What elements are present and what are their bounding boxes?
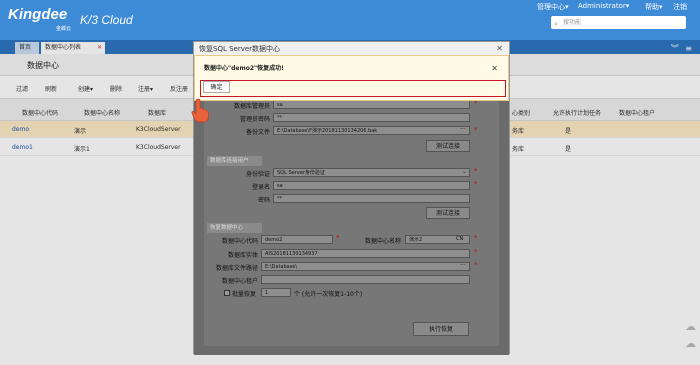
success-text: 数据中心"demo2"恢复成功! bbox=[204, 65, 284, 72]
backup-file-label: 备份文件 bbox=[245, 129, 270, 136]
dialog-title-bar: 恢复SQL Server数据中心 ✕ bbox=[194, 42, 509, 56]
db-instance-field[interactable]: AIS20181130134937 bbox=[261, 249, 470, 258]
required-mark: * bbox=[336, 234, 340, 242]
search-input[interactable]: ⌕ 搜功能 bbox=[551, 16, 686, 29]
dc-code-field[interactable]: demo2 bbox=[261, 235, 333, 244]
db-path-field[interactable]: E:\Database\ bbox=[261, 262, 470, 271]
message-close-icon[interactable]: ✕ bbox=[491, 64, 498, 73]
login-label: 登录名 bbox=[251, 184, 270, 191]
highlight-box bbox=[200, 80, 506, 97]
browse-icon[interactable]: ··· bbox=[460, 126, 466, 133]
execute-restore-button[interactable]: 执行恢复 bbox=[413, 322, 469, 336]
tenant-field[interactable] bbox=[261, 275, 470, 284]
backup-file-field[interactable]: E:\Database\F演示20181130134206.bak bbox=[273, 126, 470, 135]
required-mark: * bbox=[474, 180, 478, 188]
top-header: Kingdee 金蝶云 K/3 Cloud 管理中心▾ Administrato… bbox=[0, 0, 700, 40]
logout-link[interactable]: 注销 bbox=[673, 2, 687, 12]
browse-icon[interactable]: ··· bbox=[460, 262, 466, 269]
batch-restore-label: 批量恢复 bbox=[232, 291, 257, 298]
test-connection-button-2[interactable]: 测试连接 bbox=[426, 207, 470, 219]
auth-label: 身份验证 bbox=[245, 171, 270, 178]
db-admin-field[interactable]: sa bbox=[273, 100, 470, 109]
language-tag[interactable]: CN bbox=[456, 236, 463, 242]
tenant-label: 数据中心租户 bbox=[221, 278, 258, 285]
db-path-label: 数据库文件路径 bbox=[215, 265, 258, 272]
auth-select[interactable]: SQL Server身份验证 bbox=[273, 168, 470, 177]
db-instance-label: 数据库实体 bbox=[227, 252, 258, 259]
password-field[interactable]: ** bbox=[273, 194, 470, 203]
search-placeholder: 搜功能 bbox=[563, 19, 582, 26]
section-db-user: 数据库连接用户 bbox=[207, 156, 262, 166]
required-mark: * bbox=[474, 234, 478, 242]
dc-name-label: 数据中心名称 bbox=[364, 238, 401, 245]
required-mark: * bbox=[474, 261, 478, 269]
dc-code-label: 数据中心代码 bbox=[221, 238, 258, 245]
user-menu[interactable]: Administrator▾ bbox=[578, 2, 629, 10]
required-mark: * bbox=[474, 126, 478, 134]
login-field[interactable]: sa bbox=[273, 181, 470, 190]
search-icon: ⌕ bbox=[554, 20, 558, 28]
batch-hint: 个 (允许一次恢复1-10个) bbox=[294, 291, 363, 298]
test-connection-button-1[interactable]: 测试连接 bbox=[426, 140, 470, 152]
batch-restore-checkbox[interactable] bbox=[224, 290, 230, 296]
pointer-hand-icon bbox=[191, 98, 209, 123]
batch-count-field[interactable]: 1 bbox=[261, 288, 291, 297]
required-mark: * bbox=[474, 248, 478, 256]
kingdee-logo: Kingdee bbox=[8, 6, 68, 23]
password-label: 密码 bbox=[257, 197, 270, 204]
admin-pwd-label: 管理员密码 bbox=[239, 116, 270, 123]
dialog-close-icon[interactable]: ✕ bbox=[496, 42, 503, 56]
dialog-title: 恢复SQL Server数据中心 bbox=[199, 45, 281, 53]
section-restore: 恢复数据中心 bbox=[207, 223, 262, 233]
chevron-down-icon[interactable]: ⌄ bbox=[462, 168, 467, 175]
admin-pwd-field[interactable]: ** bbox=[273, 113, 470, 122]
manage-center-menu[interactable]: 管理中心▾ bbox=[537, 2, 569, 12]
logo-subtitle: 金蝶云 bbox=[56, 26, 72, 32]
product-name: K/3 Cloud bbox=[80, 13, 133, 27]
required-mark: * bbox=[474, 167, 478, 175]
db-admin-label: 数据库管理员 bbox=[233, 103, 270, 110]
help-menu[interactable]: 帮助▾ bbox=[645, 2, 663, 12]
